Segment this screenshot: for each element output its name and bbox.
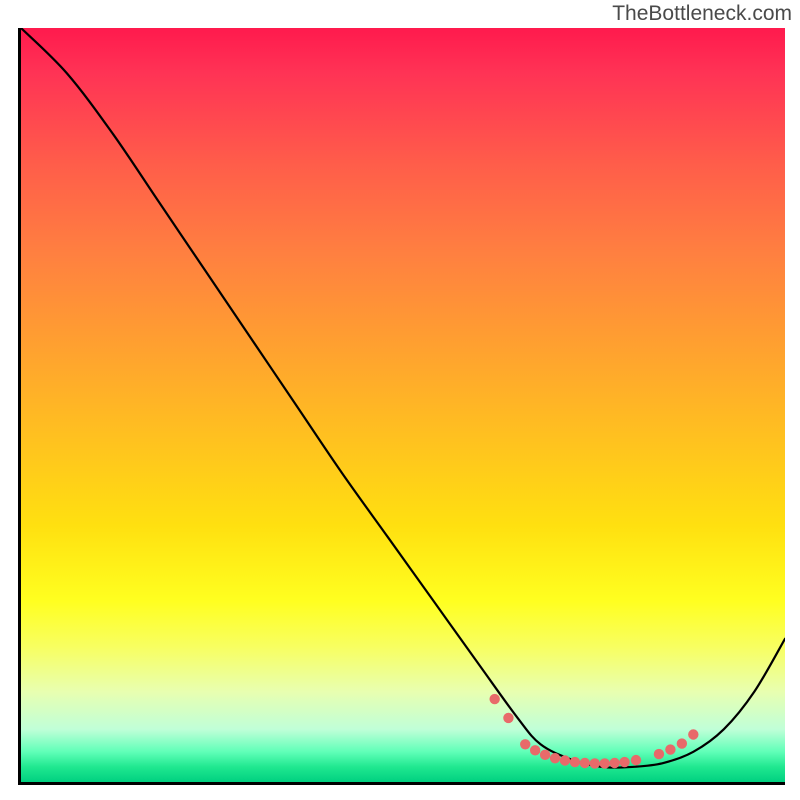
watermark-text: TheBottleneck.com	[612, 2, 792, 26]
highlight-dot	[580, 758, 590, 768]
main-curve	[21, 28, 785, 768]
highlight-dot	[590, 758, 600, 768]
highlight-dot	[688, 729, 698, 739]
highlight-dot	[600, 758, 610, 768]
highlight-dot	[619, 757, 629, 767]
highlight-dot	[550, 753, 560, 763]
highlight-dot	[540, 750, 550, 760]
highlight-dot	[520, 739, 530, 749]
highlight-dot	[677, 738, 687, 748]
highlight-dot	[530, 745, 540, 755]
plot-area	[18, 28, 785, 785]
highlight-dot	[503, 713, 513, 723]
highlight-dot	[560, 755, 570, 765]
highlight-dot	[631, 755, 641, 765]
highlight-dot	[665, 744, 675, 754]
highlight-dot	[609, 758, 619, 768]
highlight-dot	[489, 694, 499, 704]
highlight-dots-group	[489, 694, 698, 769]
chart-svg	[21, 28, 785, 782]
highlight-dot	[570, 757, 580, 767]
highlight-dot	[654, 749, 664, 759]
chart-container: TheBottleneck.com	[0, 0, 800, 800]
